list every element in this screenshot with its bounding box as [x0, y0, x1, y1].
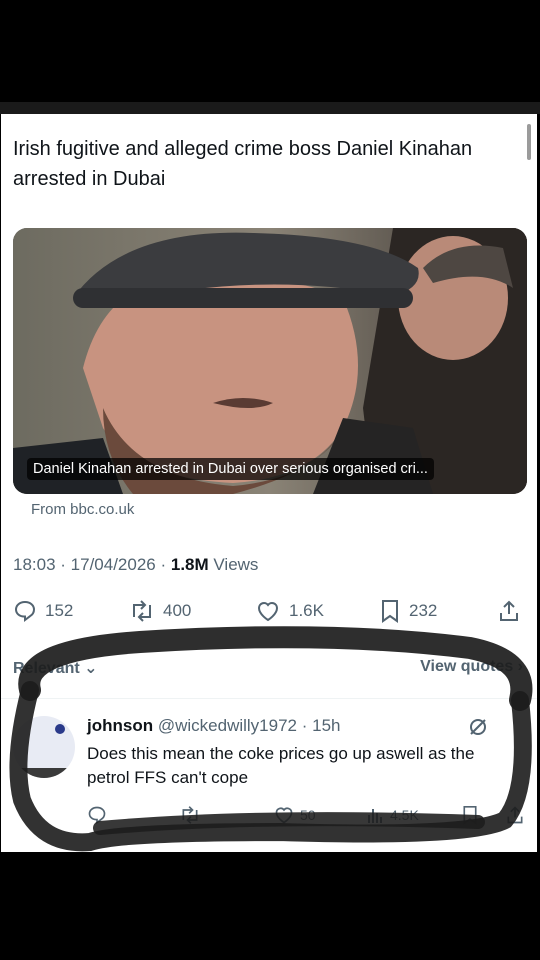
reply-handle[interactable]: @wickedwilly1972 — [158, 716, 297, 735]
sort-label: Relevant — [13, 660, 80, 677]
view-quotes-link[interactable]: View quotes › — [420, 658, 523, 676]
avatar-band — [13, 768, 75, 778]
bookmark-button[interactable]: 232 — [379, 598, 437, 624]
reply-actions: 50 4.5K — [87, 804, 527, 826]
reply-bookmark-button[interactable] — [461, 804, 479, 826]
chevron-down-icon: ⌄ — [84, 660, 98, 677]
heart-icon — [275, 807, 293, 824]
reply-reply-button[interactable] — [87, 804, 107, 826]
repost-count: 400 — [163, 601, 192, 620]
bookmark-icon — [463, 806, 477, 825]
views-count: 1.8M — [170, 555, 209, 574]
reply-age: 15h — [312, 716, 341, 735]
reply-name[interactable]: johnson — [87, 716, 153, 735]
link-card[interactable]: Daniel Kinahan arrested in Dubai over se… — [13, 228, 527, 494]
avatar-dot — [55, 724, 65, 734]
repost-icon — [182, 806, 198, 824]
reply-repost-button[interactable] — [179, 804, 206, 826]
avatar[interactable] — [13, 716, 75, 778]
share-icon — [507, 806, 523, 824]
card-photo — [13, 228, 527, 494]
reply-icon — [14, 600, 36, 623]
top-bar — [0, 102, 540, 114]
reply-text: Does this mean the coke prices go up asw… — [87, 744, 475, 787]
share-button[interactable] — [497, 598, 521, 624]
views-label: Views — [213, 555, 259, 574]
card-source[interactable]: From bbc.co.uk — [31, 501, 134, 518]
reply-views-count: 4.5K — [390, 807, 419, 823]
sort-relevant-dropdown[interactable]: Relevant ⌄ — [13, 658, 98, 678]
reply-views-button[interactable]: 4.5K — [365, 804, 419, 826]
post-date[interactable]: 17/04/2026 — [71, 555, 156, 574]
reply-header: johnson @wickedwilly1972 · 15h — [87, 716, 341, 735]
post-meta: 18:03 · 17/04/2026 · 1.8M Views — [13, 555, 259, 574]
scrollbar[interactable] — [527, 124, 531, 160]
reply-share-button[interactable] — [505, 804, 525, 826]
bookmark-icon — [382, 600, 398, 623]
reply-icon — [88, 806, 106, 825]
reply-button[interactable]: 152 — [13, 598, 73, 624]
grok-icon[interactable] — [467, 716, 489, 738]
like-button[interactable]: 1.6K — [255, 598, 324, 624]
heart-icon — [257, 602, 279, 622]
post-actions: 152 400 1.6K 232 — [13, 598, 525, 624]
view-quotes-label: View quotes — [420, 658, 514, 675]
reply-like-count: 50 — [300, 807, 316, 823]
reply-count: 152 — [45, 601, 74, 620]
repost-icon — [133, 600, 151, 622]
chevron-right-icon: › — [517, 658, 523, 675]
bookmark-count: 232 — [409, 601, 438, 620]
post-headline: Irish fugitive and alleged crime boss Da… — [13, 138, 473, 190]
share-icon — [500, 600, 518, 621]
post-time[interactable]: 18:03 — [13, 555, 56, 574]
repost-button[interactable]: 400 — [129, 598, 191, 624]
views-icon — [368, 809, 382, 823]
reply-like-button[interactable]: 50 — [273, 804, 316, 826]
divider — [1, 698, 537, 699]
like-count: 1.6K — [289, 601, 324, 620]
reply-tabs: Relevant ⌄ View quotes › — [13, 658, 523, 680]
post-sheet: Irish fugitive and alleged crime boss Da… — [1, 114, 537, 852]
card-caption: Daniel Kinahan arrested in Dubai over se… — [27, 458, 434, 480]
